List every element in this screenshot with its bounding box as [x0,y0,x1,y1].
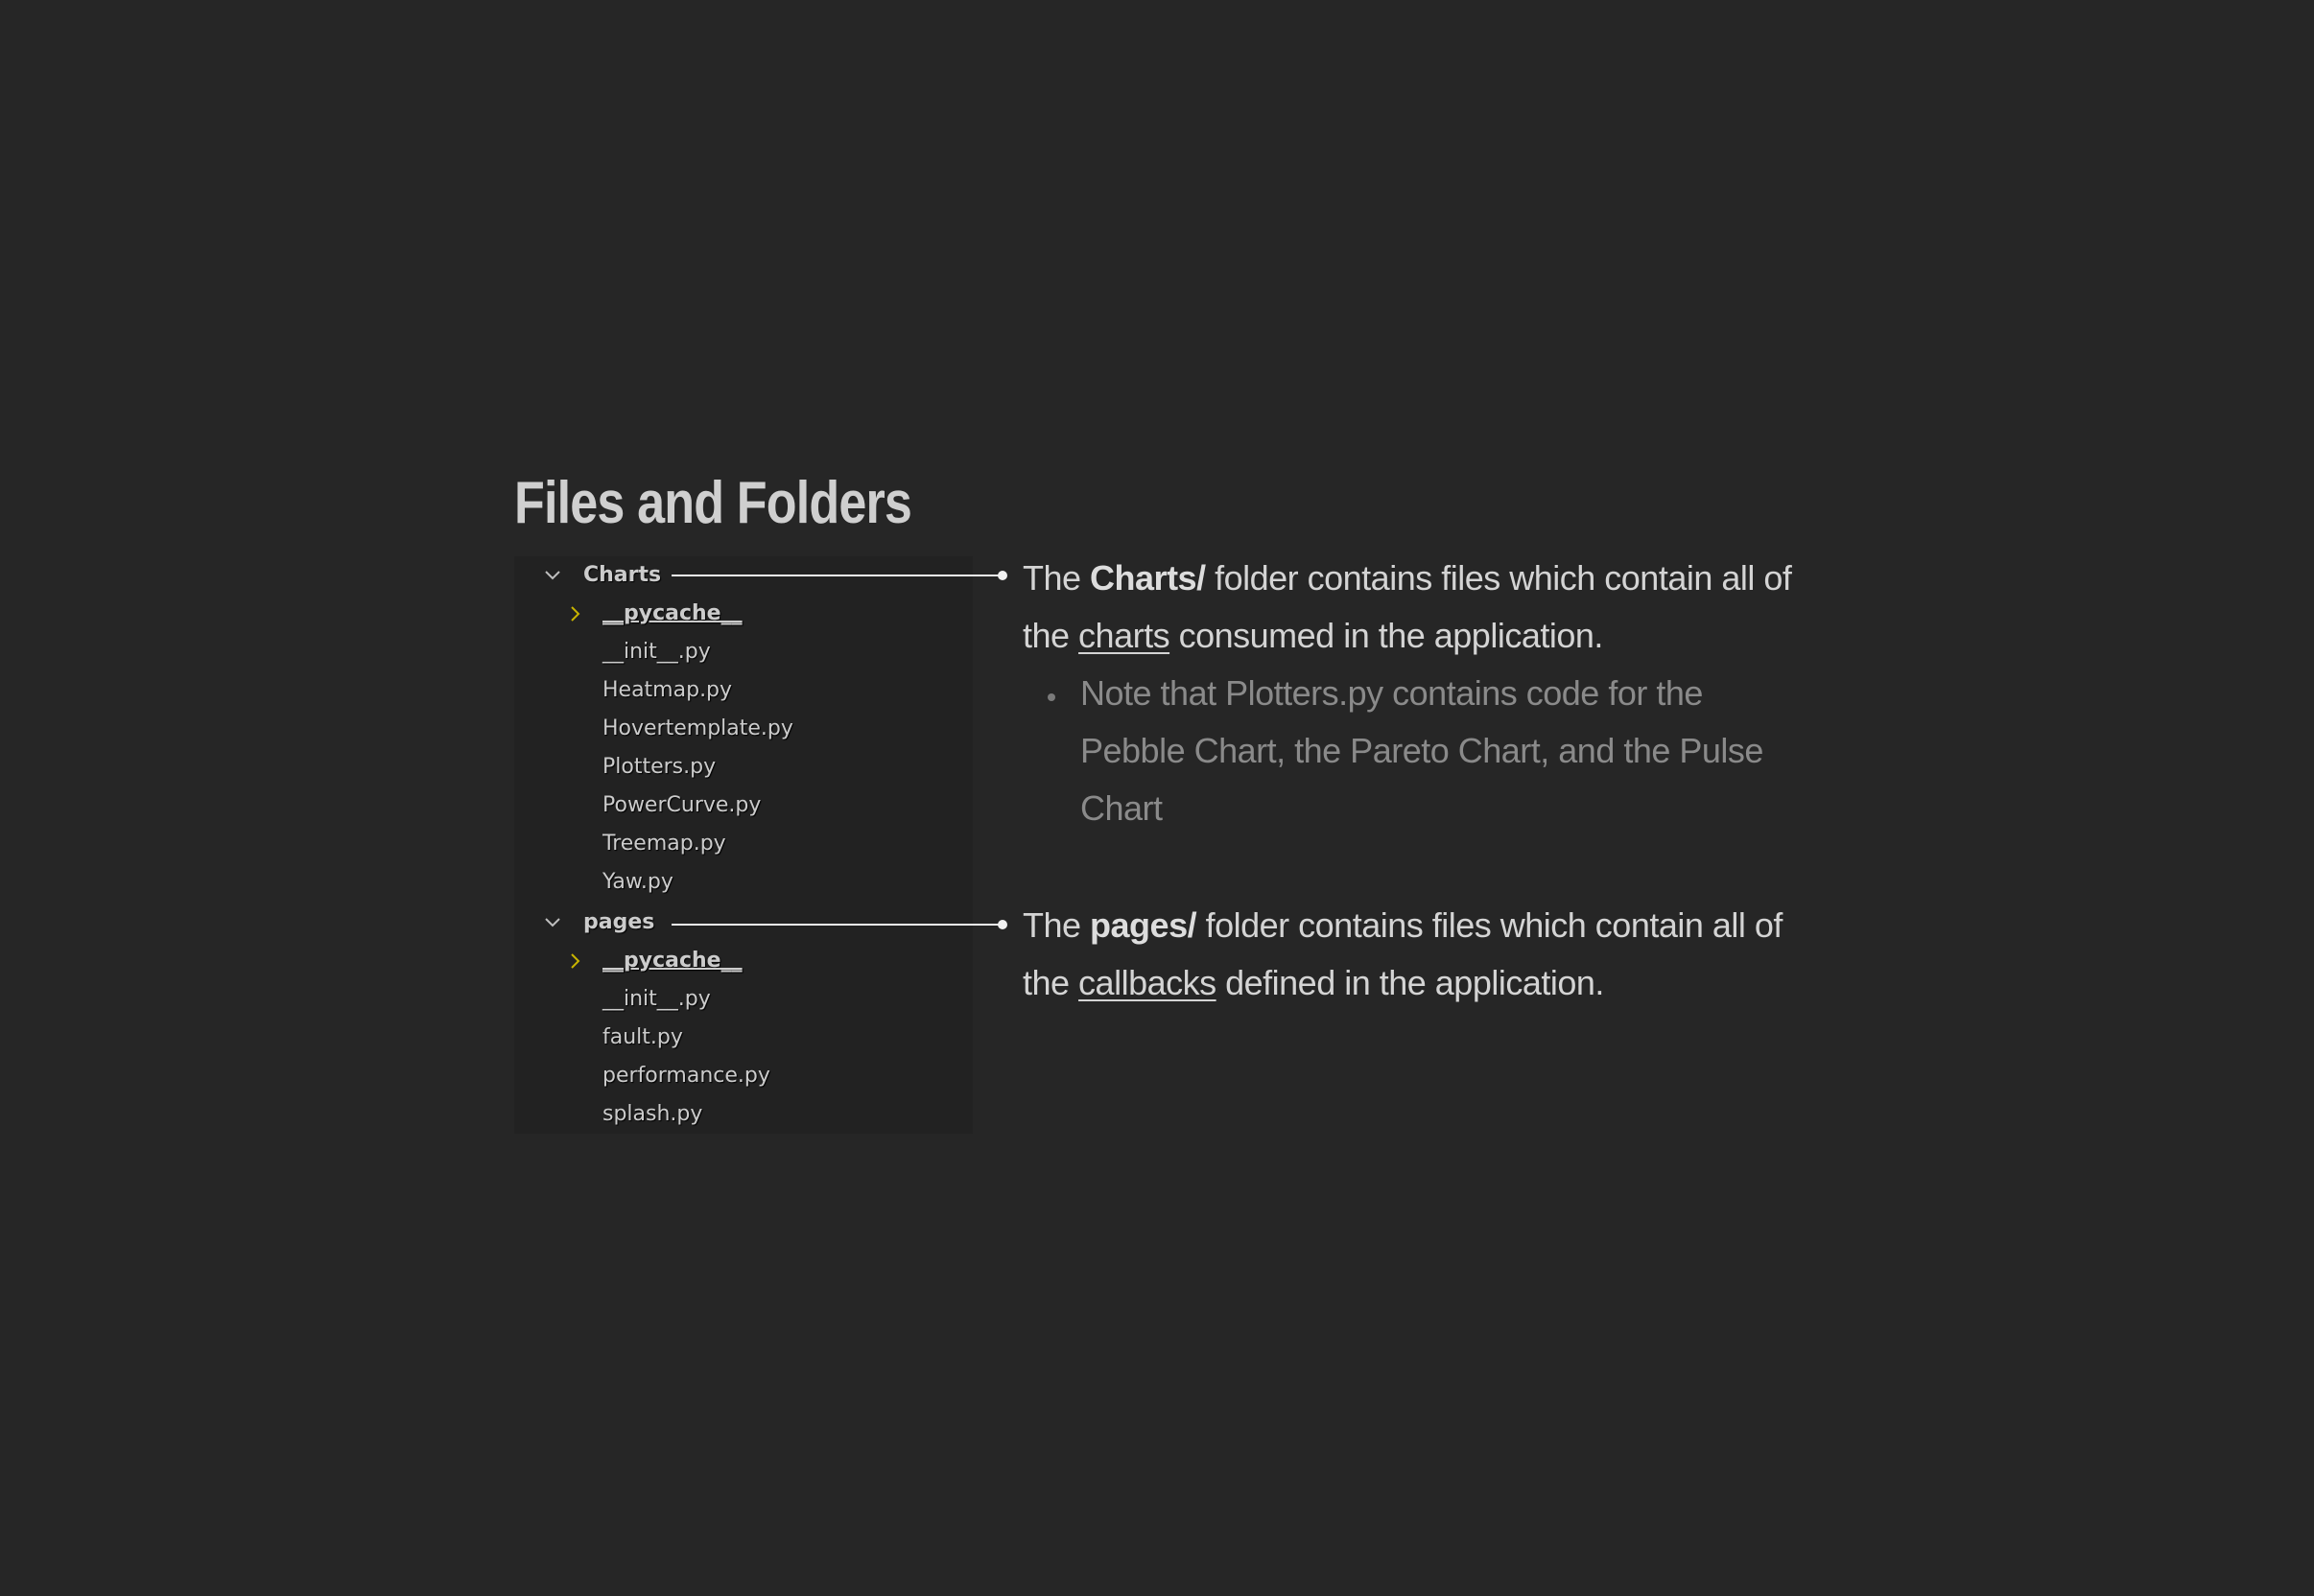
tree-file[interactable]: performance.py [514,1057,973,1095]
tree-item-label: Hovertemplate.py [602,716,793,740]
charts-note: Note that Plotters.py contains code for … [1080,673,1763,828]
tree-file[interactable]: Heatmap.py [514,671,973,710]
tree-item-label: __pycache__ [602,949,743,973]
pages-connector-line [672,924,1000,926]
tree-file[interactable]: __init__.py [514,980,973,1019]
tree-folder-pages[interactable]: pages [514,904,973,942]
tree-item-label: __pycache__ [602,601,743,625]
tree-file[interactable]: fault.py [514,1019,973,1057]
desc-folder-name: Charts/ [1090,558,1206,598]
tree-item-label: Plotters.py [602,755,717,779]
charts-connector-line [672,575,1000,576]
tree-file[interactable]: __init__.py [514,633,973,671]
tree-folder-pycache[interactable]: __pycache__ [514,595,973,633]
chevron-right-icon[interactable] [566,595,585,633]
tree-item-label: fault.py [602,1025,683,1049]
desc-suffix: consumed in the application. [1169,616,1604,655]
desc-underlined: charts [1078,616,1170,655]
tree-file[interactable]: Hovertemplate.py [514,710,973,748]
pages-description: The pages/ folder contains files which c… [1023,897,1809,1012]
desc-suffix: defined in the application. [1216,963,1604,1002]
tree-item-label: Charts [583,563,662,587]
pages-connector-dot [998,920,1007,929]
tree-file[interactable]: Treemap.py [514,825,973,863]
chevron-right-icon[interactable] [566,942,585,980]
page-title: Files and Folders [514,470,912,536]
tree-file[interactable]: Plotters.py [514,748,973,786]
file-tree: Charts __pycache__ __init__.py Heatmap.p… [514,556,973,1134]
tree-item-label: splash.py [602,1102,703,1126]
tree-item-label: Heatmap.py [602,678,733,702]
tree-file[interactable]: PowerCurve.py [514,786,973,825]
tree-item-label: Treemap.py [602,832,726,856]
desc-folder-name: pages/ [1090,905,1197,945]
chevron-down-icon[interactable] [543,556,562,595]
chevron-down-icon[interactable] [543,904,562,942]
bullet-dot [1048,693,1055,701]
tree-item-label: performance.py [602,1064,770,1088]
desc-prefix: The [1023,558,1091,598]
tree-file[interactable]: Yaw.py [514,863,973,902]
tree-file[interactable]: splash.py [514,1095,973,1134]
desc-underlined: callbacks [1078,963,1216,1002]
desc-prefix: The [1023,905,1091,945]
charts-description: The Charts/ folder contains files which … [1023,550,1809,665]
charts-connector-dot [998,571,1007,580]
tree-item-label: PowerCurve.py [602,793,762,817]
tree-folder-pycache[interactable]: __pycache__ [514,942,973,980]
tree-item-label: pages [583,910,655,934]
tree-item-label: Yaw.py [602,870,673,894]
tree-item-label: __init__.py [602,640,711,664]
tree-item-label: __init__.py [602,987,711,1011]
